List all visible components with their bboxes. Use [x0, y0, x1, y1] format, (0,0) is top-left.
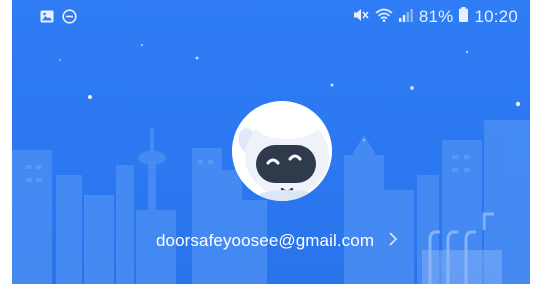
- account-email: doorsafeyoosee@gmail.com: [156, 231, 375, 250]
- mute-icon: [353, 8, 369, 27]
- app-screen: 81% 10:20 doorsafeyoosee@gmail.com: [0, 0, 542, 291]
- do-not-disturb-icon: [62, 9, 77, 29]
- image-icon: [40, 10, 54, 28]
- clock-time: 10:20: [474, 7, 518, 26]
- profile-header: 81% 10:20 doorsafeyoosee@gmail.com: [12, 0, 530, 284]
- account-email-row[interactable]: doorsafeyoosee@gmail.com: [156, 231, 398, 251]
- status-left-icons: [40, 9, 77, 29]
- signal-icon: [398, 8, 413, 27]
- status-right-icons: 81% 10:20: [353, 7, 518, 27]
- avatar[interactable]: [232, 101, 332, 201]
- battery-percent: 81%: [418, 7, 454, 26]
- battery-icon: [459, 7, 469, 27]
- chevron-right-icon: [388, 231, 398, 251]
- robot-mascot-icon: [232, 101, 332, 201]
- status-bar: 81% 10:20: [12, 0, 530, 34]
- wifi-icon: [375, 8, 393, 27]
